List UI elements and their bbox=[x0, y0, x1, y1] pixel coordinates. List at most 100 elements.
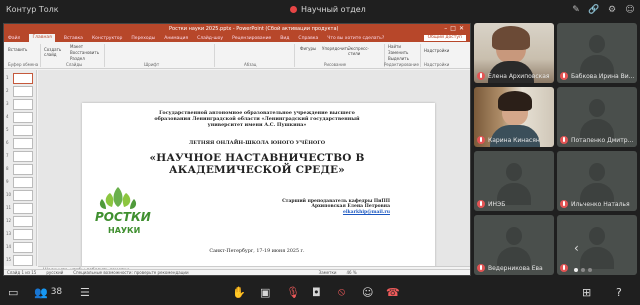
slide-number: 5 bbox=[6, 127, 9, 132]
mic-muted-icon bbox=[560, 200, 568, 208]
camera-off-icon[interactable]: ⦸ bbox=[338, 284, 345, 300]
tab-view[interactable]: Вид bbox=[280, 36, 289, 41]
microphone-icon[interactable]: 🎙 bbox=[286, 284, 300, 300]
shapes-button[interactable]: Фигуры bbox=[300, 46, 316, 51]
tab-insert[interactable]: Вставка bbox=[64, 36, 83, 41]
camera-icon[interactable]: ◘ bbox=[312, 284, 321, 300]
find-button[interactable]: Найти bbox=[388, 44, 401, 49]
new-slide-button[interactable]: Создать слайд bbox=[44, 47, 62, 57]
people-icon[interactable]: ☺ bbox=[624, 4, 636, 16]
ppt-status-bar: Слайд 1 из 15 русский Специальные возмож… bbox=[4, 269, 470, 275]
zoom-level[interactable]: 46 % bbox=[346, 270, 356, 275]
participant-tile[interactable]: Карина Кинасян bbox=[474, 87, 554, 147]
slide-number: 2 bbox=[6, 88, 9, 93]
slide-thumbnail[interactable] bbox=[13, 86, 33, 97]
replace-button[interactable]: Заменить bbox=[388, 50, 408, 55]
quick-styles-button[interactable]: Экспресс-стили bbox=[348, 46, 369, 56]
tab-home[interactable]: Главная bbox=[29, 34, 55, 42]
mic-muted-icon bbox=[477, 72, 485, 80]
slide-thumbnail[interactable] bbox=[13, 138, 33, 149]
layout-button[interactable]: Макет bbox=[70, 44, 83, 49]
slide-thumbnail[interactable] bbox=[13, 125, 33, 136]
slide-thumbnail[interactable] bbox=[13, 229, 33, 240]
slide-number: 14 bbox=[6, 244, 12, 249]
shared-screen: Ростки науки 2025.pptx - PowerPoint (Сбо… bbox=[3, 23, 471, 276]
avatar-placeholder-icon bbox=[580, 163, 614, 205]
raise-hand-icon[interactable]: ✋ bbox=[232, 284, 246, 300]
tab-transitions[interactable]: Переходы bbox=[131, 36, 155, 41]
slide-headline: «НАУЧНОЕ НАСТАВНИЧЕСТВО В АКАДЕМИЧЕСКОЙ … bbox=[149, 152, 365, 176]
slide-number: 4 bbox=[6, 114, 9, 119]
pencil-icon[interactable]: ✎ bbox=[570, 4, 582, 16]
top-bar: Контур Толк Научный отдел ✎ 🔗 ⚙ ☺ bbox=[0, 0, 640, 22]
tab-help[interactable]: Справка bbox=[298, 36, 318, 41]
slide-thumbnail[interactable] bbox=[13, 151, 33, 162]
section-button[interactable]: Раздел bbox=[70, 56, 85, 61]
settings-icon[interactable]: ⚙ bbox=[606, 4, 618, 16]
participant-tile[interactable]: Бабкова Ирина Ви... bbox=[557, 23, 637, 83]
tell-me-search[interactable]: Что вы хотите сделать? bbox=[327, 36, 384, 41]
slide-thumbnail[interactable] bbox=[13, 164, 33, 175]
layout-icon[interactable]: ⊞ bbox=[582, 284, 591, 300]
participant-tile[interactable] bbox=[557, 215, 637, 275]
group-clipboard: Буфер обмена bbox=[8, 62, 39, 67]
reset-button[interactable]: Восстановить bbox=[70, 50, 99, 55]
slide-thumbnail[interactable] bbox=[13, 203, 33, 214]
chevron-left-icon[interactable]: ‹ bbox=[574, 241, 579, 255]
slide-thumbnail[interactable] bbox=[13, 255, 33, 266]
ppt-window-title: Ростки науки 2025.pptx - PowerPoint (Сбо… bbox=[169, 26, 339, 32]
meeting-title[interactable]: Научный отдел bbox=[290, 5, 366, 14]
link-icon[interactable]: 🔗 bbox=[588, 4, 600, 16]
paste-button[interactable]: Вставить bbox=[8, 47, 27, 52]
tab-review[interactable]: Рецензирование bbox=[232, 36, 271, 41]
slide-thumbnail[interactable] bbox=[13, 216, 33, 227]
ribbon-divider bbox=[294, 44, 295, 67]
participant-tile[interactable]: Ведерникова Ева bbox=[474, 215, 554, 275]
help-icon[interactable]: ? bbox=[616, 284, 622, 300]
slide-number: 13 bbox=[6, 231, 12, 236]
chat-icon[interactable]: ▭ bbox=[8, 284, 18, 300]
group-drawing: Рисование bbox=[324, 62, 347, 67]
share-button[interactable]: Общий доступ bbox=[423, 35, 466, 41]
leave-icon[interactable]: ☎ bbox=[386, 284, 400, 300]
ppt-ribbon-tabs: Файл Главная Вставка Конструктор Переход… bbox=[4, 34, 470, 42]
addins-button[interactable]: Надстройки bbox=[424, 48, 449, 53]
slide-counter: Слайд 1 из 15 bbox=[7, 270, 37, 275]
participant-tile[interactable]: Елена Архиповская bbox=[474, 23, 554, 83]
reactions-icon[interactable]: ☺ bbox=[362, 284, 373, 300]
ppt-title-bar: Ростки науки 2025.pptx - PowerPoint (Сбо… bbox=[4, 24, 470, 34]
mic-muted-icon bbox=[560, 264, 568, 272]
page-dot[interactable] bbox=[574, 268, 578, 272]
slide-thumbnail[interactable] bbox=[13, 177, 33, 188]
screen-share-icon[interactable]: ▣ bbox=[260, 284, 270, 300]
slide-canvas: Государственной автономное образовательн… bbox=[38, 70, 470, 271]
notes-toggle[interactable]: Заметки bbox=[319, 270, 337, 275]
tab-design[interactable]: Конструктор bbox=[92, 36, 122, 41]
slide-number: 11 bbox=[6, 205, 12, 210]
page-dot[interactable] bbox=[581, 268, 585, 272]
menu-icon[interactable]: ☰ bbox=[80, 284, 90, 300]
arrange-button[interactable]: Упорядочить bbox=[322, 46, 349, 51]
accessibility-status[interactable]: Специальные возможности: проверьте реком… bbox=[73, 270, 188, 275]
app-title: Контур Толк bbox=[6, 5, 59, 14]
presenter-email[interactable]: elkarkhip@mail.ru bbox=[280, 210, 390, 215]
participant-tile[interactable]: Потапенко Дмитр... bbox=[557, 87, 637, 147]
participants-button[interactable]: 👥 38 bbox=[34, 284, 62, 300]
ribbon-divider bbox=[104, 44, 105, 67]
tab-animation[interactable]: Анимация bbox=[164, 36, 188, 41]
participant-tile[interactable]: ИНЭБ bbox=[474, 151, 554, 211]
slide-thumbnail[interactable] bbox=[13, 242, 33, 253]
slide-thumbnail[interactable] bbox=[13, 73, 33, 84]
svg-text:РОСТКИ: РОСТКИ bbox=[95, 210, 151, 224]
select-button[interactable]: Выделить bbox=[388, 56, 409, 61]
page-dot[interactable] bbox=[588, 268, 592, 272]
participant-name: Потапенко Дмитр... bbox=[571, 137, 634, 144]
slide-thumbnail[interactable] bbox=[13, 112, 33, 123]
participant-name: Карина Кинасян bbox=[488, 137, 540, 144]
participant-tile[interactable]: Ильченко Наталья bbox=[557, 151, 637, 211]
slide-number: 15 bbox=[6, 257, 12, 262]
slide-thumbnail[interactable] bbox=[13, 99, 33, 110]
tab-slideshow[interactable]: Слайд-шоу bbox=[197, 36, 223, 41]
tab-file[interactable]: Файл bbox=[8, 36, 20, 41]
slide-thumbnail[interactable] bbox=[13, 190, 33, 201]
